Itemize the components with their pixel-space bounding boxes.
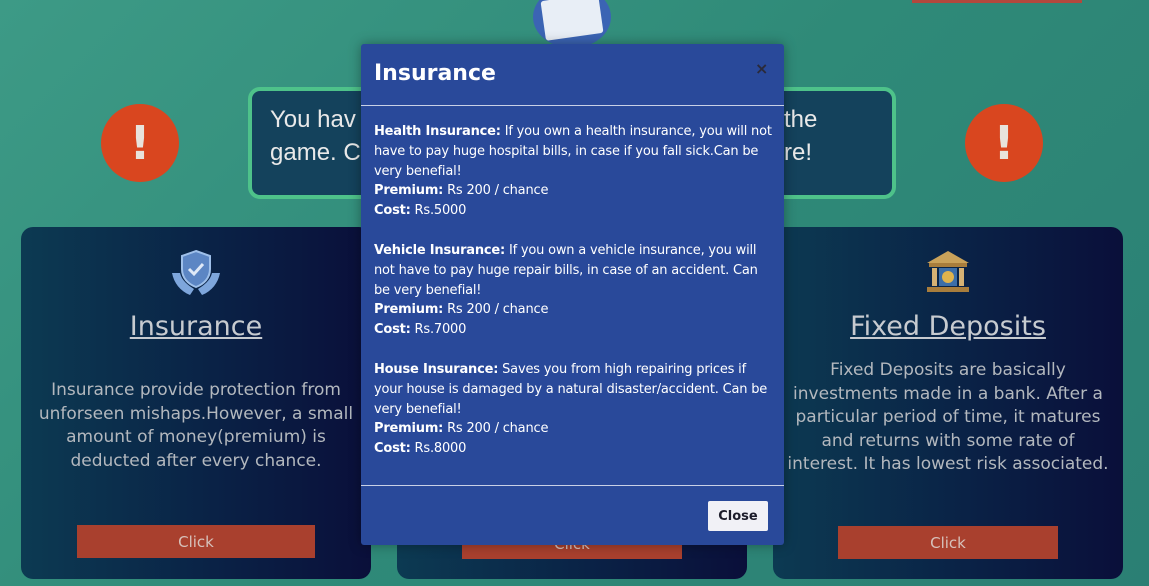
modal-header: Insurance × xyxy=(361,44,784,106)
house-insurance-info: House Insurance: Saves you from high rep… xyxy=(374,360,774,459)
cost-label: Cost: xyxy=(374,441,411,457)
modal-body: Health Insurance: If you own a health in… xyxy=(374,122,774,479)
premium-label: Premium: xyxy=(374,302,444,318)
cost-label: Cost: xyxy=(374,203,411,219)
health-insurance-info: Health Insurance: If you own a health in… xyxy=(374,122,774,221)
premium-label: Premium: xyxy=(374,421,444,437)
vehicle-insurance-info: Vehicle Insurance: If you own a vehicle … xyxy=(374,241,774,340)
cost-value: Rs.7000 xyxy=(410,322,467,338)
cost-label: Cost: xyxy=(374,322,411,338)
premium-value: Rs 200 / chance xyxy=(443,421,549,437)
insurance-name: House Insurance: xyxy=(374,361,499,377)
close-button[interactable]: Close xyxy=(708,501,768,531)
cost-value: Rs.5000 xyxy=(410,203,467,219)
insurance-modal: Insurance × Health Insurance: If you own… xyxy=(361,44,784,545)
cost-value: Rs.8000 xyxy=(410,441,467,457)
close-icon[interactable]: × xyxy=(755,59,768,78)
premium-label: Premium: xyxy=(374,183,444,199)
modal-title: Insurance xyxy=(374,61,496,86)
modal-footer: Close xyxy=(361,485,784,545)
insurance-name: Vehicle Insurance: xyxy=(374,242,506,258)
premium-value: Rs 200 / chance xyxy=(443,183,549,199)
insurance-name: Health Insurance: xyxy=(374,124,501,139)
premium-value: Rs 200 / chance xyxy=(443,302,549,318)
